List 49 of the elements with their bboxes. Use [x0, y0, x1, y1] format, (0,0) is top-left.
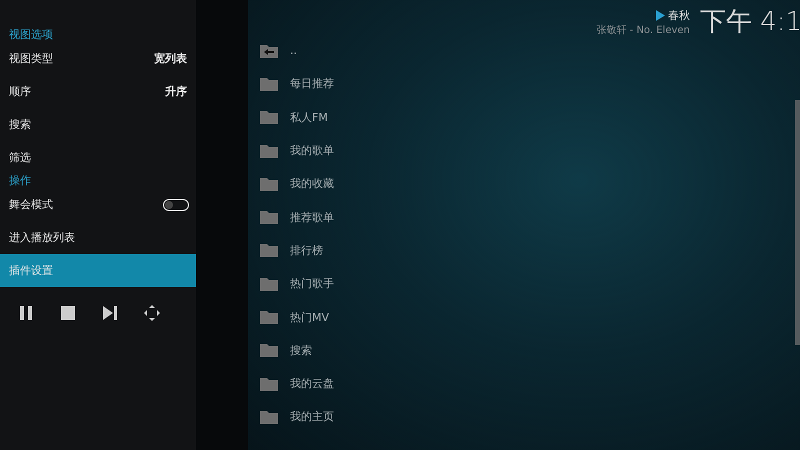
list-item[interactable]: 热门歌手 — [248, 267, 790, 300]
menu-item-label: 进入播放列表 — [9, 230, 75, 245]
menu-item-label: 插件设置 — [9, 263, 53, 278]
menu-item[interactable]: 进入播放列表 — [0, 221, 196, 254]
menu-item[interactable]: 搜索 — [0, 108, 196, 141]
arrows-icon[interactable] — [144, 305, 160, 321]
scrollbar[interactable] — [795, 100, 800, 345]
song-title: 春秋 — [668, 8, 690, 23]
list-item[interactable]: 我的主页 — [248, 400, 790, 434]
folder-icon — [260, 210, 278, 224]
menu-item[interactable]: 视图类型 宽列表 — [0, 42, 196, 75]
menu-item-label: 舞会模式 — [9, 197, 53, 212]
menu-item[interactable]: 筛选 — [0, 141, 196, 174]
folder-icon — [260, 276, 278, 291]
menu-item[interactable]: 顺序 升序 — [0, 75, 196, 108]
section-heading: 视图选项 — [8, 28, 54, 42]
folder-icon — [260, 144, 278, 158]
artist-album: 张敬轩 - No. Eleven — [596, 24, 690, 37]
list-item[interactable]: 私人FM — [248, 100, 790, 134]
folder-icon — [260, 410, 278, 424]
stop-icon[interactable] — [60, 305, 76, 321]
back-folder-icon — [260, 44, 278, 58]
folder-icon — [260, 310, 278, 324]
menu-item-label: 视图类型 — [9, 51, 53, 66]
menu-item-value: 升序 — [165, 84, 187, 99]
folder-icon — [260, 176, 278, 191]
folder-icon — [260, 243, 278, 258]
folder-icon — [260, 110, 278, 124]
folder-icon — [260, 376, 278, 391]
skip-next-icon[interactable] — [102, 305, 118, 321]
list-item[interactable]: 热门MV — [248, 300, 790, 334]
menu-item-label: 搜索 — [9, 117, 31, 132]
list-item[interactable]: 我的云盘 — [248, 366, 790, 400]
list-item[interactable]: 我的歌单 — [248, 134, 790, 168]
toggle-switch[interactable] — [163, 198, 189, 210]
list-item[interactable]: 每日推荐 — [248, 67, 790, 101]
list-item[interactable]: 推荐歌单 — [248, 200, 790, 234]
list-item[interactable]: 排行榜 — [248, 234, 790, 268]
folder-icon — [260, 343, 278, 358]
section-heading: 操作 — [8, 174, 32, 188]
menu-item-label: 顺序 — [9, 84, 31, 99]
menu-item-value: 宽列表 — [154, 51, 187, 66]
pause-icon[interactable] — [18, 305, 34, 321]
menu-item-label: 筛选 — [9, 150, 31, 165]
folder-icon — [260, 76, 278, 91]
play-icon — [656, 10, 665, 21]
list-item[interactable]: 搜索 — [248, 334, 790, 367]
list-item[interactable]: 我的收藏 — [248, 167, 790, 200]
menu-item[interactable]: 舞会模式 — [0, 188, 196, 221]
